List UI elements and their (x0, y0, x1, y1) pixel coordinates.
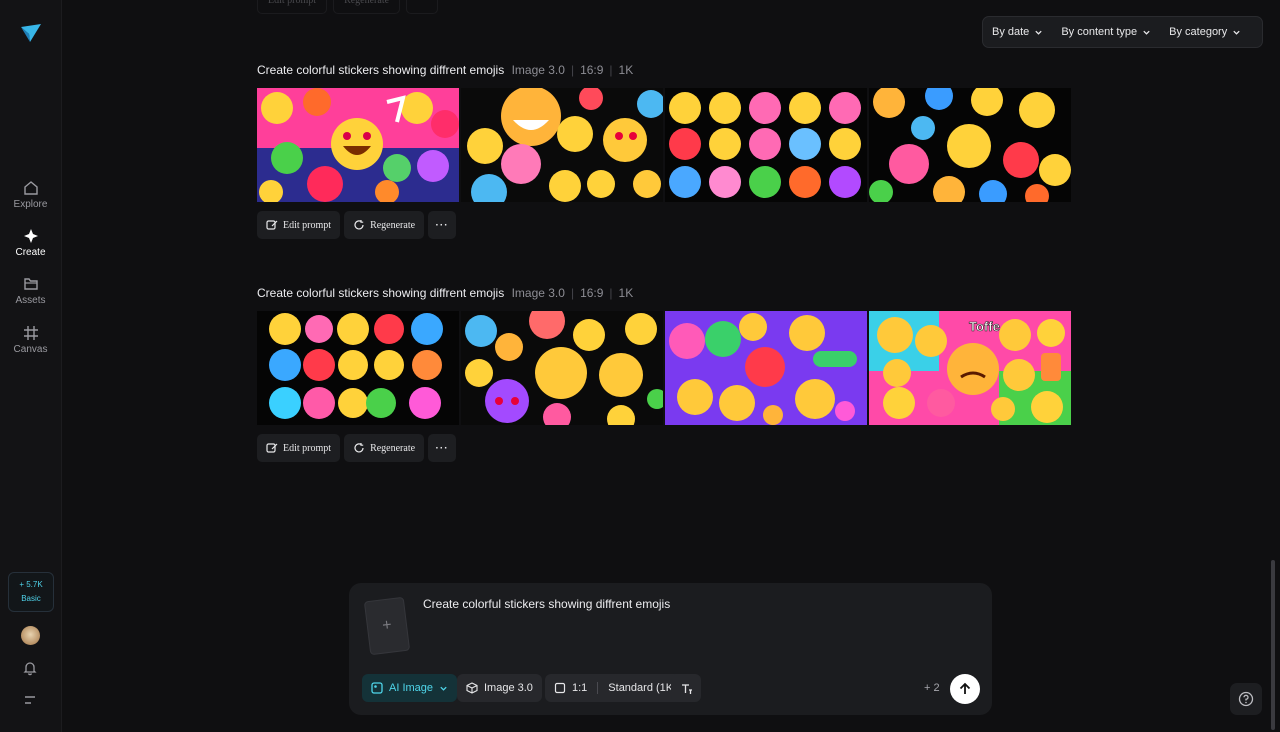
home-icon (23, 181, 38, 195)
generated-image[interactable] (461, 88, 663, 202)
sidebar-item-label: Canvas (13, 344, 48, 355)
prompt-composer: + Create colorful stickers showing diffr… (349, 583, 992, 715)
regenerate-button[interactable]: Regenerate (344, 434, 425, 462)
cube-icon (466, 682, 478, 694)
generation-actions: Edit prompt Regenerate ··· (257, 211, 457, 239)
more-options-button[interactable]: ··· (428, 434, 457, 462)
canvas-icon (23, 326, 38, 340)
mode-label: AI Image (389, 682, 434, 694)
sidebar-item-label: Create (15, 247, 46, 258)
button-label: Edit prompt (283, 442, 332, 454)
regenerate-button[interactable]: Regenerate (344, 211, 425, 239)
button-label: Regenerate (370, 442, 416, 454)
button-label: Regenerate (370, 219, 416, 231)
question-icon (1238, 691, 1254, 707)
filter-by-category[interactable]: By category (1160, 26, 1250, 38)
scrollbar[interactable] (1271, 560, 1275, 730)
image-row (257, 88, 1072, 202)
avatar[interactable] (21, 626, 40, 645)
svg-text:Toffe: Toffe (969, 319, 1000, 334)
filter-label: By content type (1061, 26, 1138, 38)
refresh-icon (354, 220, 364, 230)
generation-header: Create colorful stickers showing diffren… (257, 63, 634, 77)
model-tag: Image 3.0 (511, 63, 565, 77)
credits-amount: + 5.7K (19, 580, 43, 589)
edit-icon (266, 443, 278, 453)
send-button[interactable] (950, 674, 980, 704)
ratio-tag: 16:9 (580, 286, 604, 300)
filter-bar: By date By content type By category (982, 16, 1263, 48)
prompt-text: Create colorful stickers showing diffren… (257, 63, 505, 77)
prompt-text: Create colorful stickers showing diffren… (257, 286, 505, 300)
credit-cost: + 2 (924, 682, 940, 694)
generation-header: Create colorful stickers showing diffren… (257, 286, 634, 300)
sidebar-item-create[interactable]: Create (0, 228, 61, 258)
image-row: Toffe (257, 311, 1072, 425)
credits-badge[interactable]: + 5.7K Basic (8, 572, 54, 612)
edit-prompt-button[interactable]: Edit prompt (257, 434, 341, 462)
generation-actions: Edit prompt Regenerate ··· (257, 434, 457, 462)
quality-label: Standard (1K) (608, 682, 677, 694)
generated-image[interactable] (461, 311, 663, 425)
model-label: Image 3.0 (484, 682, 533, 694)
mode-select[interactable]: AI Image (362, 674, 458, 702)
plus-icon: + (381, 616, 393, 635)
sidebar-item-canvas[interactable]: Canvas (0, 325, 61, 355)
button-label: Edit prompt (283, 219, 332, 231)
chevron-down-icon (1035, 30, 1042, 35)
size-select[interactable]: 1:1 Standard (1K) (545, 674, 686, 702)
folder-icon (23, 278, 38, 290)
filter-label: By category (1169, 26, 1228, 38)
model-select[interactable]: Image 3.0 (457, 674, 542, 702)
ratio-tag: 16:9 (580, 63, 604, 77)
bell-icon[interactable] (22, 660, 38, 676)
aspect-ratio-icon (554, 682, 566, 694)
generated-image[interactable] (257, 311, 459, 425)
generated-image[interactable] (665, 311, 867, 425)
help-button[interactable] (1230, 683, 1262, 715)
edit-prompt-button[interactable]: Edit prompt (257, 211, 341, 239)
chevron-down-icon (440, 686, 447, 691)
text-format-icon (681, 683, 692, 694)
resolution-tag: 1K (618, 63, 634, 77)
generated-image[interactable] (665, 88, 867, 202)
regenerate-button[interactable]: Regenerate (333, 0, 401, 14)
chevron-down-icon (1143, 30, 1150, 35)
sidebar: Explore Create Assets Canvas + 5.7K Basi… (0, 0, 62, 732)
generated-image[interactable] (869, 88, 1071, 202)
generated-image[interactable]: Toffe (869, 311, 1071, 425)
filter-by-date[interactable]: By date (983, 26, 1052, 38)
sidebar-item-label: Explore (13, 199, 48, 210)
sidebar-item-label: Assets (15, 295, 46, 306)
text-style-button[interactable] (671, 674, 701, 702)
chevron-down-icon (1233, 30, 1240, 35)
app-logo-icon[interactable] (20, 22, 42, 44)
arrow-up-icon (959, 682, 971, 694)
sidebar-item-assets[interactable]: Assets (0, 276, 61, 306)
image-icon (371, 682, 383, 694)
upload-reference-button[interactable]: + (363, 596, 411, 656)
more-button[interactable]: ··· (406, 0, 439, 14)
more-options-button[interactable]: ··· (428, 211, 457, 239)
filter-by-content-type[interactable]: By content type (1052, 26, 1160, 38)
resolution-tag: 1K (618, 286, 634, 300)
refresh-icon (354, 443, 364, 453)
edit-icon (266, 220, 278, 230)
sidebar-item-explore[interactable]: Explore (0, 180, 61, 210)
menu-icon[interactable] (22, 692, 38, 708)
prompt-input[interactable]: Create colorful stickers showing diffren… (423, 597, 670, 611)
edit-prompt-button[interactable]: Edit prompt (257, 0, 328, 14)
sparkle-icon (23, 229, 38, 243)
generated-image[interactable] (257, 88, 459, 202)
ratio-label: 1:1 (572, 682, 588, 694)
filter-label: By date (992, 26, 1030, 38)
previous-actions-row: Edit prompt Regenerate ··· (257, 0, 439, 14)
model-tag: Image 3.0 (511, 286, 565, 300)
plan-name: Basic (21, 594, 41, 603)
